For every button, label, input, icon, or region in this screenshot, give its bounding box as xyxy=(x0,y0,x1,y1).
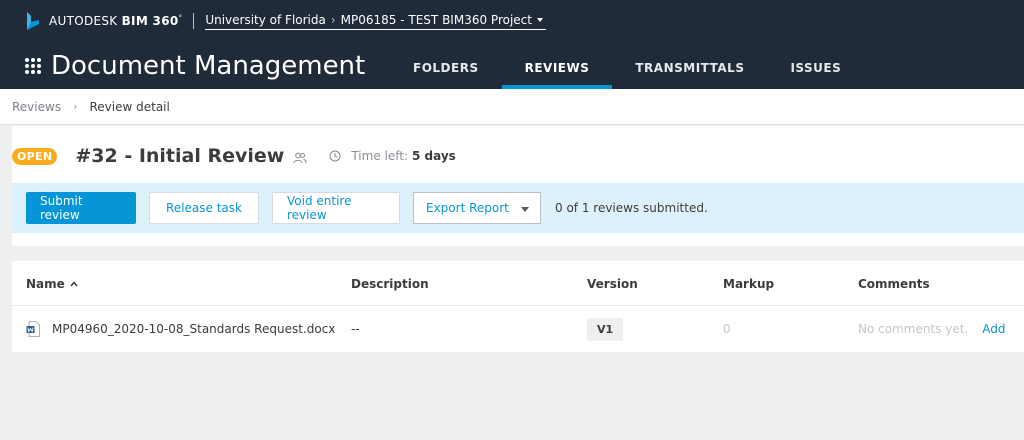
review-title: #32 - Initial Review xyxy=(75,145,285,167)
column-markup-header: Markup xyxy=(723,276,775,291)
brand-trademark: ° xyxy=(178,14,183,22)
version-cell: V1 xyxy=(587,306,624,352)
brand-row: AUTODESK BIM 360° University of Florida … xyxy=(26,10,546,32)
review-header: OPEN #32 - Initial Review Time left: 5 d… xyxy=(12,126,1024,246)
tab-issues[interactable]: ISSUES xyxy=(767,47,864,89)
description-cell: -- xyxy=(351,322,360,336)
project-name: MP06185 - TEST BIM360 Project xyxy=(340,12,532,27)
no-comments-text: No comments yet. xyxy=(858,322,969,336)
files-table: Name Description Version Markup Comments… xyxy=(12,261,1024,352)
export-report-label: Export Report xyxy=(426,201,509,215)
review-title-row: OPEN #32 - Initial Review Time left: 5 d… xyxy=(12,141,456,171)
brand-separator xyxy=(193,13,195,29)
action-bar: Submit review Release task Void entire r… xyxy=(12,183,1024,233)
table-row[interactable]: MP04960_2020-10-08_Standards Request.doc… xyxy=(12,306,1024,352)
project-picker[interactable]: University of Florida › MP06185 - TEST B… xyxy=(205,13,546,30)
tab-reviews[interactable]: REVIEWS xyxy=(501,47,613,89)
brand-product: BIM 360 xyxy=(121,14,179,28)
release-task-button[interactable]: Release task xyxy=(149,192,259,224)
column-description-header: Description xyxy=(351,276,429,291)
file-name-cell: MP04960_2020-10-08_Standards Request.doc… xyxy=(26,306,335,352)
word-doc-icon xyxy=(26,321,40,337)
export-report-dropdown[interactable]: Export Report xyxy=(413,192,541,224)
breadcrumb-current: Review detail xyxy=(89,99,170,114)
column-name-header[interactable]: Name xyxy=(26,261,78,306)
time-left-value: 5 days xyxy=(412,149,456,163)
breadcrumb: Reviews › Review detail xyxy=(0,89,1024,125)
clock-icon xyxy=(329,150,341,162)
nav-tabs: FOLDERS REVIEWS TRANSMITTALS ISSUES xyxy=(390,47,864,89)
column-name-label: Name xyxy=(26,276,65,291)
breadcrumb-reviews[interactable]: Reviews xyxy=(12,100,61,114)
grid-icon[interactable] xyxy=(25,58,41,74)
caret-down-icon xyxy=(521,207,529,212)
version-chip[interactable]: V1 xyxy=(587,317,624,341)
caret-down-icon xyxy=(536,17,543,22)
table-header: Name Description Version Markup Comments xyxy=(12,261,1024,306)
comments-cell: No comments yet. Add xyxy=(858,306,1005,352)
project-separator: › xyxy=(330,12,336,27)
column-version-header: Version xyxy=(587,276,638,291)
status-badge: OPEN xyxy=(12,147,58,165)
submit-review-button[interactable]: Submit review xyxy=(26,192,136,224)
app-title: Document Management xyxy=(51,51,366,81)
tab-transmittals[interactable]: TRANSMITTALS xyxy=(612,47,767,89)
time-left-label: Time left: xyxy=(351,149,408,163)
brand-prefix: AUTODESK xyxy=(49,14,118,28)
brand-name: AUTODESK BIM 360° xyxy=(49,14,182,28)
people-icon[interactable] xyxy=(293,152,307,164)
caret-up-icon[interactable] xyxy=(70,280,78,287)
app-row: Document Management xyxy=(25,46,365,86)
file-name[interactable]: MP04960_2020-10-08_Standards Request.doc… xyxy=(52,322,335,336)
tab-folders[interactable]: FOLDERS xyxy=(390,47,502,89)
top-bar: AUTODESK BIM 360° University of Florida … xyxy=(0,0,1024,89)
column-comments-header: Comments xyxy=(858,276,930,291)
submitted-count: 0 of 1 reviews submitted. xyxy=(555,201,708,215)
add-comment-link[interactable]: Add xyxy=(982,322,1005,336)
chevron-right-icon: › xyxy=(73,100,78,113)
markup-count: 0 xyxy=(723,322,731,336)
account-name: University of Florida xyxy=(205,12,326,27)
bim360-logo-icon[interactable] xyxy=(26,11,40,31)
void-review-button[interactable]: Void entire review xyxy=(272,192,400,224)
